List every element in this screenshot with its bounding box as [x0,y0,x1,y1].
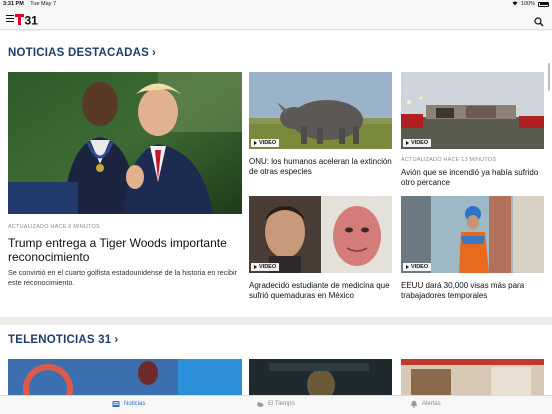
tab-el-tiempo[interactable]: El Tiempo [256,400,295,408]
section-title-telenoticias[interactable]: TELENOTICIAS 31 › [8,334,118,346]
tab-noticias[interactable]: Noticias [112,400,145,408]
card-headline-visas[interactable]: EEUU dará 30,000 visas más para trabajad… [401,281,544,301]
video-badge-label: VIDEO [259,264,277,270]
bottom-tab-bar: Noticias El Tiempo Alertas [0,395,552,414]
tab-label: El Tiempo [268,401,295,407]
video-badge-label: VIDEO [411,264,429,270]
video-badge: VIDEO [403,139,432,147]
telemundo-31-logo[interactable]: 31 [15,12,41,26]
card-headline-extinction[interactable]: ONU: los humanos aceleran la extinción d… [249,157,392,177]
status-right: 100% [512,1,549,7]
card-image-plane[interactable]: VIDEO [401,72,544,149]
play-icon [406,141,409,145]
video-badge: VIDEO [251,263,280,271]
lead-story-image[interactable] [8,72,242,214]
status-date: Tue May 7 [30,1,57,7]
video-badge: VIDEO [251,139,280,147]
play-icon [254,265,257,269]
telenoticias-thumb-1[interactable] [8,359,242,395]
card-image-extinction[interactable]: VIDEO [249,72,392,149]
bell-icon [411,400,417,408]
battery-icon [538,1,549,7]
section-title-featured[interactable]: NOTICIAS DESTACADAS › [8,47,156,59]
telenoticias-thumb-2[interactable] [249,359,392,395]
lead-story-kicker: ACTUALIZADO HACE 8 MINUTOS [8,224,100,230]
svg-text:31: 31 [25,13,39,26]
status-left: 3:31 PM Tue May 7 [3,1,56,7]
search-icon[interactable] [534,14,544,27]
section-title-text: NOTICIAS DESTACADAS [8,47,149,59]
play-icon [406,265,409,269]
card-image-student[interactable]: VIDEO [249,196,392,273]
weather-icon [257,402,264,407]
battery-percent: 100% [520,1,535,7]
section-divider [0,317,552,325]
video-badge: VIDEO [403,263,432,271]
section-title-text: TELENOTICIAS 31 [8,334,112,346]
card-kicker-plane: ACTUALIZADO HACE 13 MINUTOS [401,157,497,163]
status-time: 3:31 PM [3,1,24,7]
top-nav-bar: 31 [0,9,552,30]
telenoticias-thumb-3[interactable] [401,359,544,395]
tab-alertas[interactable]: Alertas [410,400,441,408]
card-image-visas[interactable]: VIDEO [401,196,544,273]
news-feed[interactable]: NOTICIAS DESTACADAS › ACTUALIZADO HACE 8… [0,31,552,395]
video-badge-label: VIDEO [259,140,277,146]
card-headline-plane[interactable]: Avión que se incendió ya había sufrido o… [401,168,544,188]
play-icon [254,141,257,145]
status-bar: 3:31 PM Tue May 7 100% [0,0,552,9]
wifi-icon [512,1,518,7]
tab-label: Alertas [422,401,441,407]
video-badge-label: VIDEO [411,140,429,146]
scrollbar[interactable] [548,63,550,91]
chevron-right-icon: › [114,334,119,346]
lead-story-summary: Se convirtió en el cuarto golfista estad… [8,268,237,287]
tab-label: Noticias [124,401,146,407]
card-headline-student[interactable]: Agradecido estudiante de medicina que su… [249,281,392,301]
chevron-right-icon: › [151,47,156,59]
news-icon [112,401,120,407]
lead-story-headline[interactable]: Trump entrega a Tiger Woods importante r… [8,236,228,264]
hamburger-menu-icon[interactable] [6,15,14,23]
